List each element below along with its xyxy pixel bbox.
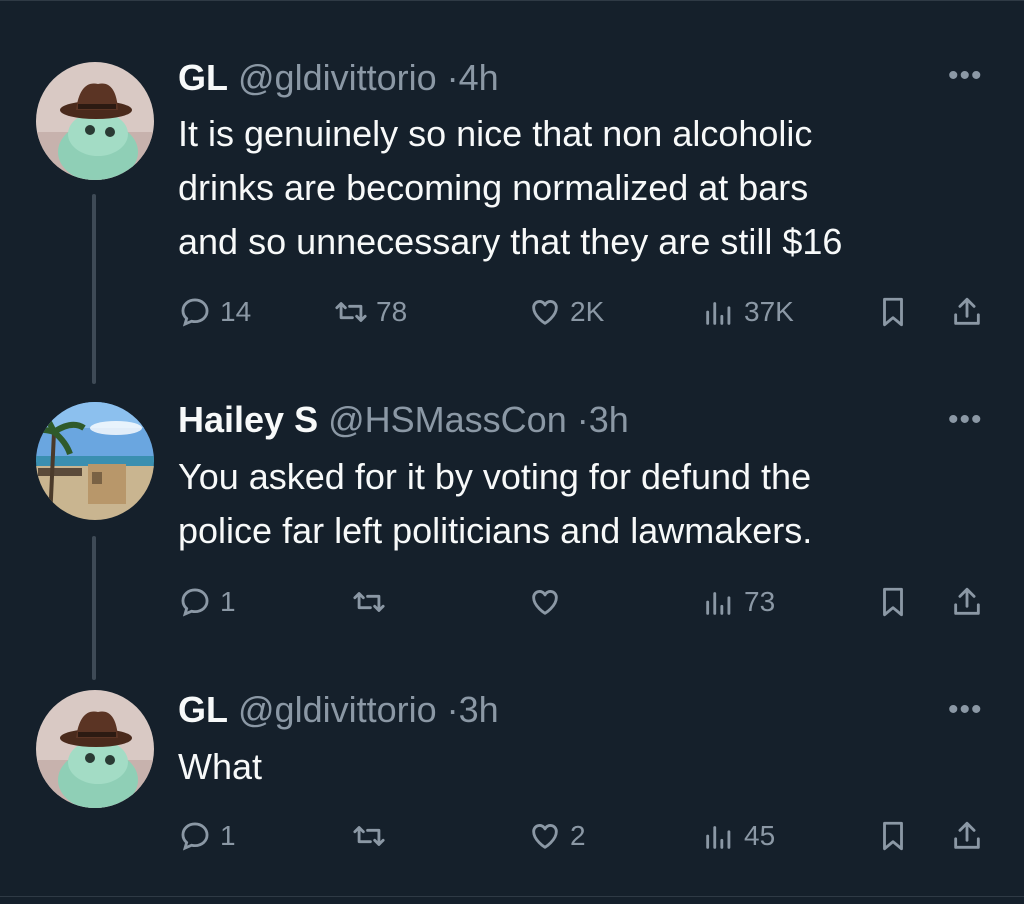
- tweet-text-line: and so unnecessary that they are still $…: [178, 221, 843, 262]
- view-count: 45: [744, 820, 776, 851]
- heart-icon: [528, 819, 562, 853]
- reply-icon: [178, 585, 212, 619]
- bookmark-icon: [876, 819, 910, 853]
- tweet-text-line: What: [178, 746, 263, 787]
- user-handle[interactable]: @gldivittorio: [238, 689, 447, 730]
- user-handle[interactable]: @HSMassCon: [328, 399, 577, 440]
- views-button[interactable]: 45: [702, 816, 775, 856]
- retweet-button[interactable]: 78: [334, 292, 407, 332]
- timestamp[interactable]: 3h: [459, 689, 499, 730]
- bookmark-icon: [876, 295, 910, 329]
- tweet-header: Hailey S @HSMassCon ·3h: [178, 400, 629, 440]
- views-button[interactable]: 37K: [702, 292, 794, 332]
- retweet-icon: [352, 585, 386, 619]
- tweet-text: What: [178, 740, 978, 794]
- views-icon: [702, 295, 736, 329]
- view-count: 37K: [744, 296, 794, 327]
- like-count: 2K: [570, 296, 605, 327]
- separator: ·: [576, 399, 589, 440]
- tweet-header: GL @gldivittorio ·4h: [178, 58, 499, 98]
- more-options-button[interactable]: •••: [948, 695, 983, 725]
- timestamp[interactable]: 3h: [589, 399, 629, 440]
- bookmark-icon: [876, 585, 910, 619]
- separator: ·: [446, 689, 459, 730]
- reply-count: 1: [220, 820, 236, 851]
- timestamp[interactable]: 4h: [459, 57, 499, 98]
- reply-icon: [178, 295, 212, 329]
- share-icon: [950, 295, 984, 329]
- tweet-text-line: drinks are becoming normalized at bars: [178, 167, 809, 208]
- share-button[interactable]: [950, 816, 984, 856]
- reply-icon: [178, 819, 212, 853]
- views-button[interactable]: 73: [702, 582, 775, 622]
- like-count: 2: [570, 820, 586, 851]
- like-button[interactable]: [528, 582, 570, 622]
- bookmark-button[interactable]: [876, 816, 910, 856]
- tweet-text-line: You asked for it by voting for defund th…: [178, 456, 812, 497]
- tweet-text-line: It is genuinely so nice that non alcohol…: [178, 113, 813, 154]
- more-options-button[interactable]: •••: [948, 405, 983, 435]
- tweet-text: It is genuinely so nice that non alcohol…: [178, 107, 978, 269]
- reply-count: 14: [220, 296, 252, 327]
- tweet[interactable]: Hailey S @HSMassCon ·3h ••• You asked fo…: [0, 380, 1024, 670]
- avatar-beach-palm[interactable]: [36, 402, 154, 520]
- tweet-header: GL @gldivittorio ·3h: [178, 690, 499, 730]
- retweet-icon: [352, 819, 386, 853]
- like-button[interactable]: 2: [528, 816, 586, 856]
- heart-icon: [528, 585, 562, 619]
- more-options-button[interactable]: •••: [948, 61, 983, 91]
- tweet-actions: 1 2 45: [178, 816, 998, 856]
- bookmark-button[interactable]: [876, 582, 910, 622]
- bottom-divider: [0, 896, 1024, 897]
- retweet-button[interactable]: [352, 582, 394, 622]
- avatar-frog-cowboy-hat[interactable]: [36, 690, 154, 808]
- retweet-count: 78: [376, 296, 408, 327]
- display-name[interactable]: Hailey S: [178, 399, 318, 440]
- tweet[interactable]: GL @gldivittorio ·3h ••• What 1 2 45: [0, 670, 1024, 896]
- separator: ·: [446, 57, 459, 98]
- tweet[interactable]: GL @gldivittorio ·4h ••• It is genuinely…: [0, 0, 1024, 380]
- avatar-frog-cowboy-hat[interactable]: [36, 62, 154, 180]
- views-icon: [702, 585, 736, 619]
- heart-icon: [528, 295, 562, 329]
- reply-button[interactable]: 1: [178, 582, 236, 622]
- reply-count: 1: [220, 586, 236, 617]
- display-name[interactable]: GL: [178, 689, 228, 730]
- bookmark-button[interactable]: [876, 292, 910, 332]
- tweet-text: You asked for it by voting for defund th…: [178, 450, 978, 558]
- share-icon: [950, 819, 984, 853]
- display-name[interactable]: GL: [178, 57, 228, 98]
- share-icon: [950, 585, 984, 619]
- tweet-text-line: police far left politicians and lawmaker…: [178, 510, 813, 551]
- user-handle[interactable]: @gldivittorio: [238, 57, 447, 98]
- reply-button[interactable]: 1: [178, 816, 236, 856]
- share-button[interactable]: [950, 582, 984, 622]
- retweet-icon: [334, 295, 368, 329]
- share-button[interactable]: [950, 292, 984, 332]
- tweet-actions: 1 73: [178, 582, 998, 622]
- retweet-button[interactable]: [352, 816, 394, 856]
- view-count: 73: [744, 586, 776, 617]
- reply-button[interactable]: 14: [178, 292, 251, 332]
- views-icon: [702, 819, 736, 853]
- like-button[interactable]: 2K: [528, 292, 604, 332]
- tweet-actions: 14 78 2K 37K: [178, 292, 998, 332]
